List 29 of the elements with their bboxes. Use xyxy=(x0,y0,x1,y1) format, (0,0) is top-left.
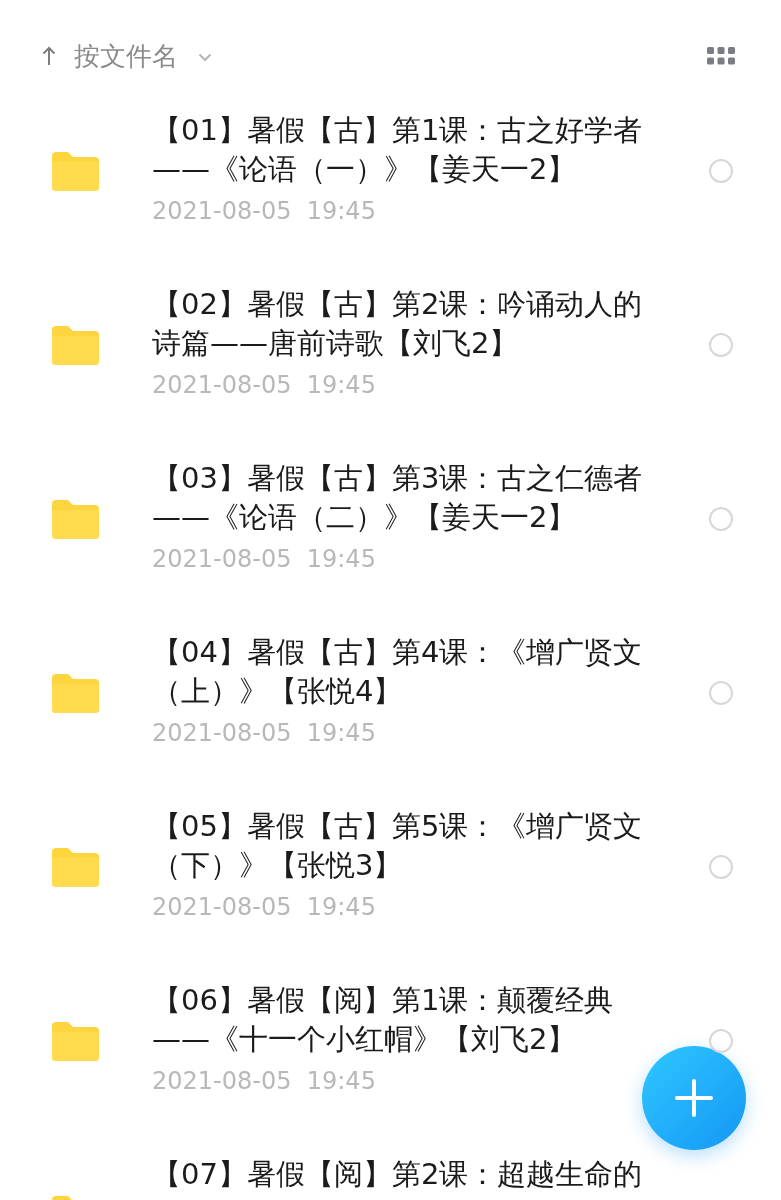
select-radio[interactable] xyxy=(709,507,733,531)
file-date: 2021-08-05 19:45 xyxy=(152,197,377,225)
file-name[interactable]: 【04】暑假【古】第4课：《增广贤文（上）》【张悦4】 xyxy=(152,633,652,711)
add-button[interactable] xyxy=(642,1046,746,1150)
folder-icon xyxy=(52,325,99,365)
file-name[interactable]: 【03】暑假【古】第3课：古之仁德者——《论语（二）》【姜天一2】 xyxy=(152,459,652,537)
file-name[interactable]: 【05】暑假【古】第5课：《增广贤文（下）》【张悦3】 xyxy=(152,807,652,885)
file-date: 2021-08-05 19:45 xyxy=(152,893,377,921)
select-radio[interactable] xyxy=(709,855,733,879)
folder-icon xyxy=(52,673,99,713)
folder-icon xyxy=(52,151,99,191)
folder-icon xyxy=(52,847,99,887)
file-name[interactable]: 【02】暑假【古】第2课：吟诵动人的诗篇——唐前诗歌【刘飞2】 xyxy=(152,285,652,363)
file-date: 2021-08-05 19:45 xyxy=(152,719,377,747)
folder-icon xyxy=(52,1021,99,1061)
file-date: 2021-08-05 19:45 xyxy=(152,1067,377,1095)
file-name[interactable]: 【07】暑假【阅】第2课：超越生命的 xyxy=(152,1155,652,1194)
select-radio[interactable] xyxy=(709,333,733,357)
file-date: 2021-08-05 19:45 xyxy=(152,371,377,399)
select-radio[interactable] xyxy=(709,681,733,705)
grid-view-icon[interactable] xyxy=(707,47,735,65)
file-date: 2021-08-05 19:45 xyxy=(152,545,377,573)
sort-arrow-icon[interactable] xyxy=(42,46,56,66)
plus-icon xyxy=(674,1078,714,1118)
select-radio[interactable] xyxy=(709,159,733,183)
file-name[interactable]: 【01】暑假【古】第1课：古之好学者——《论语（一）》【姜天一2】 xyxy=(152,111,652,189)
file-name[interactable]: 【06】暑假【阅】第1课：颠覆经典——《十一个小红帽》【刘飞2】 xyxy=(152,981,652,1059)
folder-icon xyxy=(52,499,99,539)
chevron-down-icon[interactable] xyxy=(198,52,212,62)
